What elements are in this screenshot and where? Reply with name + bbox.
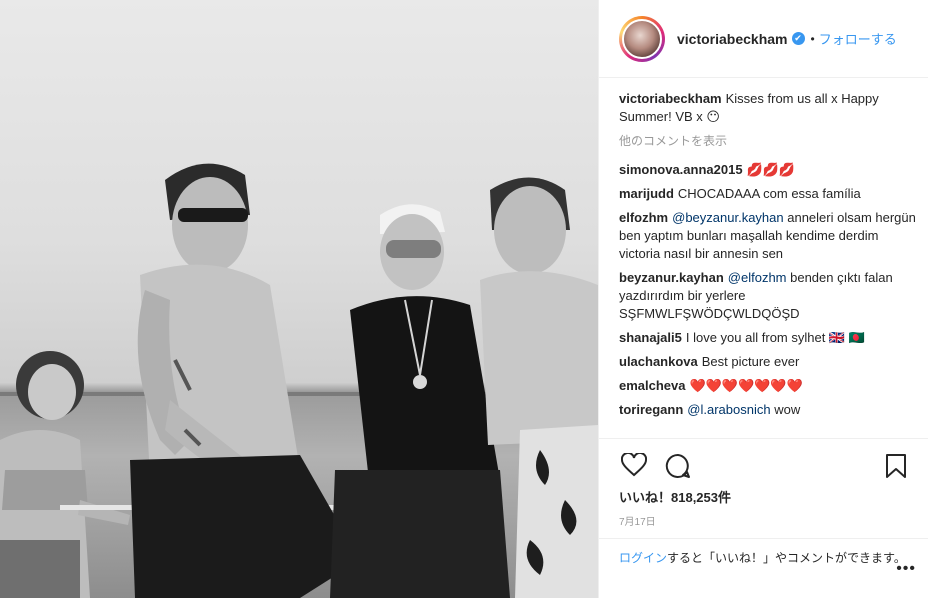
login-link[interactable]: ログイン: [619, 551, 667, 565]
post-date[interactable]: 7月17日: [619, 513, 656, 528]
post-photo[interactable]: [0, 0, 598, 598]
action-bar: [599, 438, 928, 488]
comment-mention[interactable]: @l.arabosnich: [687, 402, 770, 417]
comment-mention[interactable]: @beyzanur.kayhan: [672, 210, 784, 225]
comment: marijudd CHOCADAAA com essa família: [619, 185, 919, 203]
comment: ulachankova Best picture ever: [619, 353, 919, 371]
comment: toriregann @l.arabosnich wow: [619, 401, 919, 419]
post-header: victoriabeckham ✔ • フォローする: [599, 0, 928, 78]
comment: beyzanur.kayhan @elfozhm benden çıktı fal…: [619, 269, 919, 323]
comment-user[interactable]: simonova.anna2015: [619, 162, 743, 177]
follow-button[interactable]: フォローする: [819, 29, 897, 48]
comment: elfozhm @beyzanur.kayhan anneleri olsam h…: [619, 209, 919, 263]
comment: shanajali5 I love you all from sylhet 🇬🇧 …: [619, 329, 919, 347]
comment-text: CHOCADAAA com essa família: [677, 186, 861, 201]
header-separator: •: [810, 31, 815, 46]
post-side-panel: victoriabeckham ✔ • フォローする victoriabeckh…: [598, 0, 928, 598]
comment-text: I love you all from sylhet 🇬🇧 🇧🇩: [685, 330, 865, 345]
avatar-story-ring[interactable]: [619, 15, 665, 62]
author-handle[interactable]: victoriabeckham: [677, 31, 788, 47]
figure-man-sunglasses: [130, 163, 360, 598]
comments-list: victoriabeckham Kisses from us all x Happ…: [619, 90, 919, 437]
comment-text: Best picture ever: [701, 354, 800, 369]
login-prompt: ログインすると「いいね！」やコメントができます。: [599, 538, 928, 598]
avatar[interactable]: [622, 18, 662, 59]
photo-figures: [0, 163, 598, 598]
comment-user[interactable]: elfozhm: [619, 210, 668, 225]
caption: victoriabeckham Kisses from us all x Happ…: [619, 90, 919, 126]
instagram-post: victoriabeckham ✔ • フォローする victoriabeckh…: [0, 0, 928, 598]
figure-boy-cap: [330, 204, 510, 598]
figure-girl: [0, 351, 130, 598]
login-prompt-text: すると「いいね！」やコメントができます。: [667, 551, 906, 565]
comment-text: 💋💋💋: [746, 162, 796, 177]
comment-mention[interactable]: @elfozhm: [728, 270, 787, 285]
verified-badge-icon: ✔: [791, 32, 805, 45]
comment-user[interactable]: marijudd: [619, 186, 674, 201]
comment-text: wow: [770, 402, 801, 417]
comment-user[interactable]: toriregann: [619, 402, 683, 417]
comment-user[interactable]: beyzanur.kayhan: [619, 270, 724, 285]
heart-icon[interactable]: [620, 451, 648, 480]
caption-user[interactable]: victoriabeckham: [619, 91, 722, 106]
likes-count[interactable]: いいね！818,253件: [619, 487, 731, 506]
bookmark-icon[interactable]: [885, 453, 907, 482]
comment-text: ❤️❤️❤️❤️❤️❤️❤️: [689, 378, 803, 393]
comment-bubble-icon[interactable]: [665, 453, 691, 482]
comment-user[interactable]: shanajali5: [619, 330, 682, 345]
load-more-comments-button[interactable]: 他のコメントを表示: [619, 132, 919, 149]
comment: emalcheva ❤️❤️❤️❤️❤️❤️❤️: [619, 377, 919, 395]
comment-user[interactable]: ulachankova: [619, 354, 698, 369]
more-options-icon[interactable]: •••: [896, 560, 916, 578]
comment-user[interactable]: emalcheva: [619, 378, 686, 393]
comment: simonova.anna2015 💋💋💋: [619, 161, 919, 179]
